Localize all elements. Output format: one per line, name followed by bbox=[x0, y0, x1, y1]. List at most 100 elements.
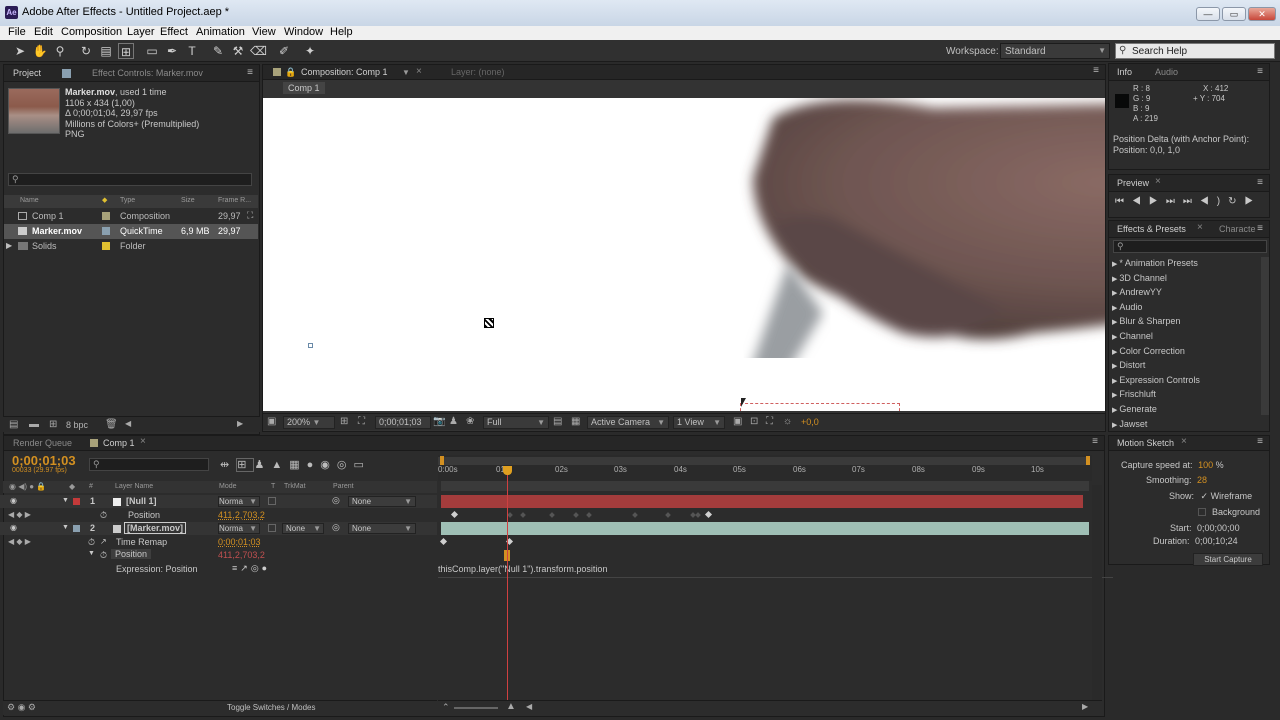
preserve-transparency-checkbox[interactable] bbox=[268, 524, 276, 532]
fast-preview-icon[interactable]: ⊡ bbox=[750, 416, 758, 427]
minimize-button[interactable]: — bbox=[1196, 7, 1220, 21]
scroll-left-icon[interactable]: ◀ bbox=[526, 702, 532, 711]
parent-select[interactable]: None ▼ bbox=[348, 523, 416, 534]
roving-keyframe[interactable] bbox=[695, 512, 701, 518]
flowchart-icon[interactable]: ☼ bbox=[783, 416, 792, 427]
roving-keyframe[interactable] bbox=[586, 512, 592, 518]
keyframe[interactable] bbox=[450, 510, 459, 519]
menu-help[interactable]: Help bbox=[330, 26, 353, 38]
grid-icon[interactable]: ⊞ bbox=[340, 416, 348, 427]
type-tool-icon[interactable]: T bbox=[184, 43, 200, 59]
expand-arrow-icon[interactable]: ▼ bbox=[62, 524, 69, 531]
property-row-marker-position[interactable]: ▼ ⏱ Position 411,2,703,2 bbox=[0, 549, 437, 562]
eraser-tool-icon[interactable]: ⌫ bbox=[250, 43, 267, 59]
play-icon[interactable]: ▶ bbox=[1149, 196, 1166, 207]
label-swatch[interactable] bbox=[102, 227, 110, 235]
tab-info[interactable]: Info bbox=[1117, 67, 1132, 77]
pen-tool-icon[interactable]: ✒ bbox=[164, 43, 180, 59]
menu-layer[interactable]: Layer bbox=[127, 26, 155, 38]
layer-bar-marker[interactable] bbox=[441, 522, 1089, 535]
panel-menu-icon[interactable]: ≡ bbox=[247, 67, 253, 78]
tab-layer[interactable]: Layer: (none) bbox=[451, 67, 505, 77]
effects-category-item[interactable]: ▶ Color Correction bbox=[1112, 345, 1200, 360]
transparency-grid-icon[interactable]: ▦ bbox=[571, 416, 580, 427]
previous-frame-icon[interactable]: ◀ bbox=[1132, 196, 1149, 207]
panel-menu-icon[interactable]: ≡ bbox=[1257, 177, 1263, 188]
tab-audio[interactable]: Audio bbox=[1155, 67, 1178, 77]
show-snapshot-icon[interactable]: ♟ bbox=[449, 416, 458, 427]
tab-motion-sketch[interactable]: Motion Sketch bbox=[1117, 438, 1174, 448]
property-value[interactable]: 411,2,703,2 bbox=[218, 550, 265, 560]
resolution-select[interactable]: Full ▼ bbox=[483, 416, 549, 429]
close-tab-icon[interactable]: × bbox=[140, 436, 146, 447]
comp-mini-flowchart-icon[interactable]: ⇹ bbox=[220, 459, 236, 471]
timeline-search-input[interactable]: ⚲ bbox=[89, 458, 209, 471]
close-tab-icon[interactable]: × bbox=[1181, 436, 1187, 447]
roving-keyframe[interactable] bbox=[632, 512, 638, 518]
clone-stamp-tool-icon[interactable]: ⚒ bbox=[230, 43, 246, 59]
layer-row-null1[interactable]: ◉ ▼ 1 [Null 1] Norma ▼ ◎ None ▼ bbox=[0, 495, 437, 508]
graph-editor-icon[interactable]: ◎ bbox=[337, 459, 354, 471]
column-type[interactable]: Type bbox=[120, 197, 135, 204]
exposure-value[interactable]: +0,0 bbox=[801, 417, 819, 427]
navigator-start-handle[interactable] bbox=[440, 456, 444, 465]
effects-scrollbar[interactable] bbox=[1261, 257, 1269, 415]
workspace-select[interactable]: Standard ▼ bbox=[1000, 43, 1110, 59]
effects-category-item[interactable]: ▶ * Animation Presets bbox=[1112, 257, 1200, 272]
scroll-left-icon[interactable]: ◀ bbox=[125, 419, 131, 428]
playhead-handle[interactable] bbox=[503, 466, 512, 475]
hand-tool-icon[interactable]: ✋ bbox=[32, 43, 48, 59]
menu-effect[interactable]: Effect bbox=[160, 26, 188, 38]
effects-category-item[interactable]: ▶ Distort bbox=[1112, 359, 1200, 374]
trkmat-select[interactable]: None ▼ bbox=[282, 523, 324, 534]
close-tab-icon[interactable]: × bbox=[1155, 176, 1161, 187]
expand-arrow-icon[interactable]: ▼ bbox=[62, 497, 69, 504]
effects-category-item[interactable]: ▶ 3D Channel bbox=[1112, 272, 1200, 287]
lock-icon[interactable]: 🔒 bbox=[285, 67, 296, 78]
live-update-icon[interactable]: ▭ bbox=[353, 459, 370, 471]
wireframe-checkbox[interactable]: ✓ bbox=[1201, 491, 1209, 501]
keyframe[interactable] bbox=[439, 537, 448, 546]
layer-bar-null1[interactable] bbox=[441, 495, 1083, 508]
frame-blending-icon[interactable]: ▲ bbox=[271, 459, 289, 471]
column-layer-name[interactable]: Layer Name bbox=[115, 483, 153, 490]
panel-menu-icon[interactable]: ≡ bbox=[1092, 436, 1098, 447]
tab-composition[interactable]: Composition: Comp 1 bbox=[301, 67, 388, 77]
current-time-button[interactable]: 0;00;01;03 bbox=[375, 416, 431, 429]
new-composition-icon[interactable]: ⊞ bbox=[49, 419, 57, 430]
brainstorm-icon[interactable]: ● bbox=[307, 459, 321, 471]
effects-category-item[interactable]: ▶ Blur & Sharpen bbox=[1112, 315, 1200, 330]
effects-category-item[interactable]: ▶ Audio bbox=[1112, 301, 1200, 316]
time-ruler[interactable]: 0:00s 01s 02s 03s 04s 05s 06s 07s 08s 09… bbox=[438, 455, 1092, 481]
mute-icon[interactable]: ◀) bbox=[1200, 196, 1228, 207]
background-checkbox[interactable] bbox=[1198, 508, 1206, 516]
layer-switches-pane-icon[interactable]: ⚙ ◉ ⚙ bbox=[7, 702, 36, 713]
expand-arrow-icon[interactable]: ▶ bbox=[6, 241, 12, 250]
smoothing-value[interactable]: 28 bbox=[1197, 475, 1207, 485]
navigator-end-handle[interactable] bbox=[1086, 456, 1090, 465]
keyframe[interactable] bbox=[704, 510, 713, 519]
video-switch-icon[interactable]: ◉ bbox=[10, 523, 17, 532]
roving-keyframe[interactable] bbox=[507, 512, 513, 518]
mode-select[interactable]: Norma ▼ bbox=[218, 523, 260, 534]
roving-keyframe[interactable] bbox=[665, 512, 671, 518]
view-layout-select[interactable]: 1 View ▼ bbox=[673, 416, 725, 429]
menu-file[interactable]: File bbox=[8, 26, 26, 38]
parent-select[interactable]: None ▼ bbox=[348, 496, 416, 507]
composition-viewer[interactable] bbox=[263, 98, 1105, 411]
column-name[interactable]: Name bbox=[20, 197, 39, 204]
video-switch-icon[interactable]: ◉ bbox=[10, 496, 17, 505]
expression-pickwhip-icon[interactable]: ◎ bbox=[251, 563, 262, 573]
first-frame-icon[interactable]: ⏮ bbox=[1115, 196, 1132, 207]
expression-text[interactable]: thisComp.layer("Null 1").transform.posit… bbox=[438, 564, 607, 574]
effects-category-item[interactable]: ▶ Channel bbox=[1112, 330, 1200, 345]
panel-menu-icon[interactable]: ≡ bbox=[1093, 65, 1099, 76]
tab-effect-controls[interactable]: Effect Controls: Marker.mov bbox=[92, 68, 203, 78]
null-object-handle[interactable] bbox=[484, 318, 494, 328]
effects-category-item[interactable]: ▶ Jawset bbox=[1112, 418, 1200, 433]
pickwhip-icon[interactable]: ◎ bbox=[332, 495, 340, 506]
preserve-transparency-checkbox[interactable] bbox=[268, 497, 276, 505]
property-value[interactable]: 0;00;01;03 bbox=[218, 537, 261, 547]
column-size[interactable]: Size bbox=[181, 197, 195, 204]
keyframe-navigator-icon[interactable]: ◀ ◆ ▶ bbox=[8, 537, 31, 546]
